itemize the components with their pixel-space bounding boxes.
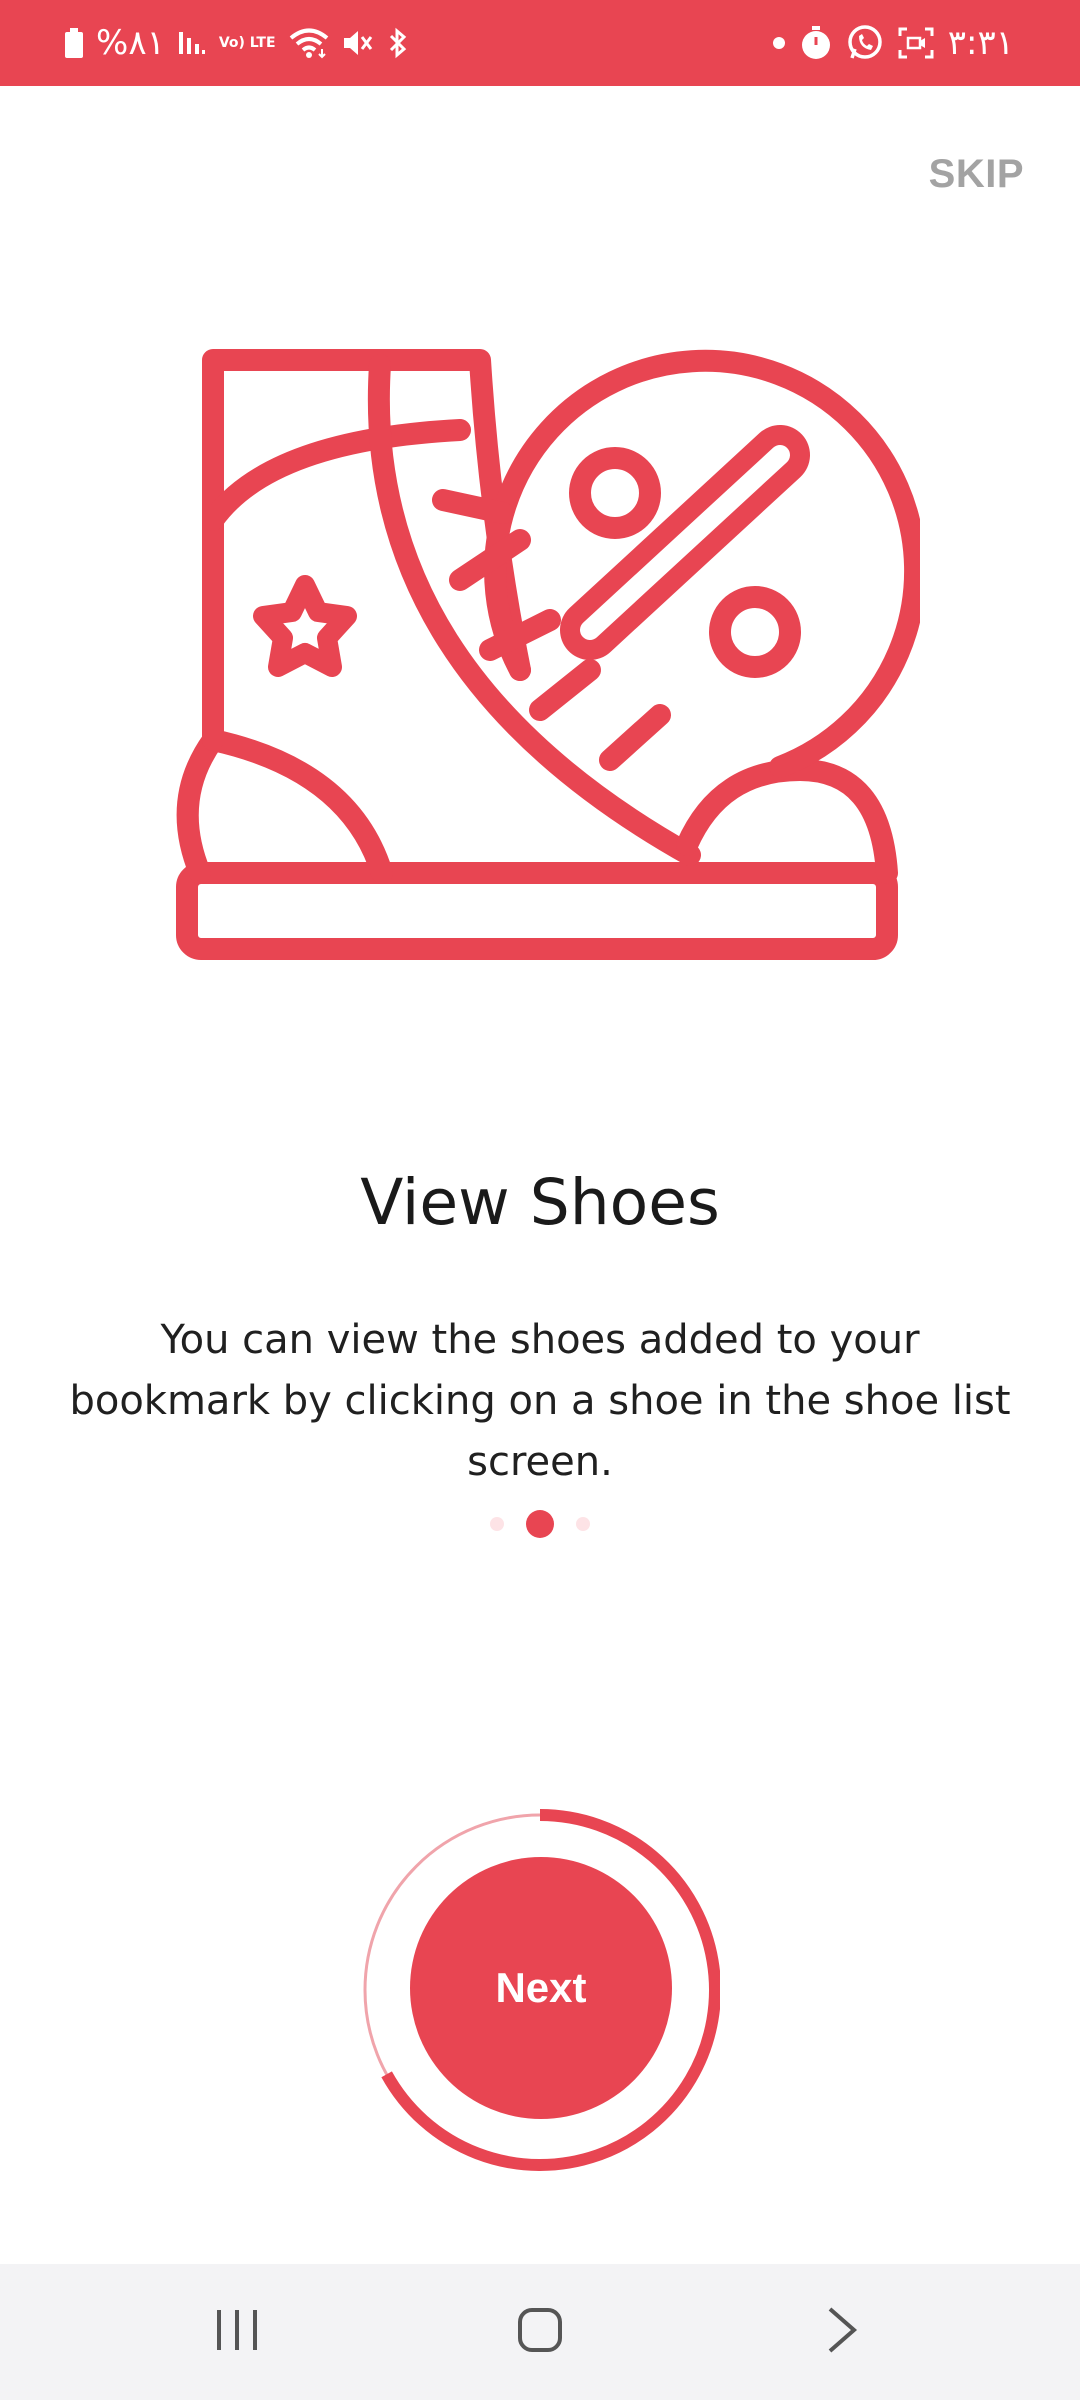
home-icon [516,2306,564,2358]
dot-icon [772,36,786,50]
next-button[interactable]: Next [410,1857,672,2119]
status-bar: %٨١ Vo) LTE ٣:٣١ [0,0,1080,86]
page-dot-active [526,1510,554,1538]
back-icon [826,2305,858,2359]
back-button[interactable] [762,2264,922,2400]
shoe-discount-icon [160,340,927,980]
recents-icon [213,2308,261,2356]
page-indicator [0,1510,1080,1538]
next-button-container: Next [360,1805,720,2175]
status-bar-right: ٣:٣١ [772,0,1014,86]
page-description: You can view the shoes added to your boo… [69,1317,1011,1485]
skip-button[interactable]: SKIP [929,152,1024,197]
battery-icon [64,28,84,58]
page-title: View Shoes [360,1166,720,1239]
clock: ٣:٣١ [947,23,1014,63]
home-button[interactable] [460,2264,620,2400]
wifi-icon [288,27,330,59]
page-dot [490,1517,504,1531]
status-bar-left: %٨١ Vo) LTE [64,0,410,86]
signal-icon [177,28,207,58]
whatsapp-icon [846,24,884,62]
battery-percent: %٨١ [96,23,165,63]
page-dot [576,1517,590,1531]
lte-icon: Vo) LTE [218,34,276,51]
recents-button[interactable] [157,2264,317,2400]
bluetooth-icon [386,27,410,59]
mute-icon [342,28,374,58]
navigation-bar [0,2264,1080,2400]
timer-icon [800,26,832,60]
screen-record-icon [898,26,934,60]
